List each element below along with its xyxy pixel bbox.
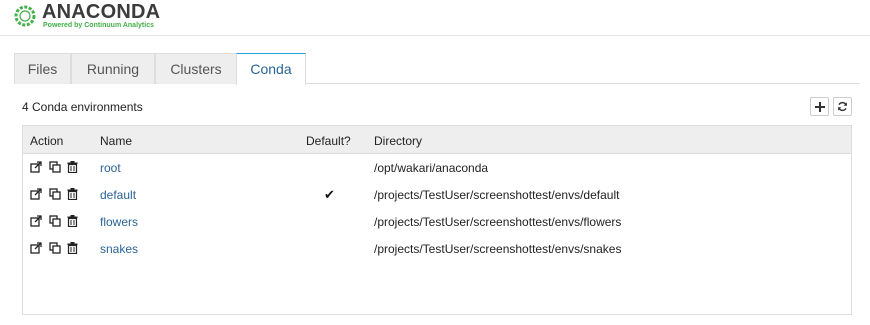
open-external-icon[interactable] xyxy=(30,188,42,200)
row-actions xyxy=(30,188,80,202)
logo-subtext: Powered by Continuum Analytics xyxy=(43,22,154,29)
refresh-button[interactable] xyxy=(833,97,852,116)
tab-running[interactable]: Running xyxy=(71,53,155,84)
logo-text: ANACONDA xyxy=(42,1,161,23)
clone-icon[interactable] xyxy=(49,242,61,254)
clone-icon[interactable] xyxy=(49,215,61,227)
environment-name-link[interactable]: root xyxy=(100,161,121,175)
environment-name-link[interactable]: flowers xyxy=(100,215,138,229)
tab-clusters[interactable]: Clusters xyxy=(155,53,237,84)
row-actions xyxy=(30,242,80,256)
column-header-name: Name xyxy=(100,134,133,148)
table-header: Action Name Default? Directory xyxy=(23,126,851,154)
trash-icon[interactable] xyxy=(67,215,78,227)
column-header-default: Default? xyxy=(306,134,351,148)
environment-name-link[interactable]: default xyxy=(100,188,136,202)
plus-icon xyxy=(814,101,825,112)
table-row: snakes /projects/TestUser/screenshottest… xyxy=(23,235,851,262)
open-external-icon[interactable] xyxy=(30,242,42,254)
row-actions xyxy=(30,161,80,175)
environment-directory: /projects/TestUser/screenshottest/envs/s… xyxy=(374,242,622,256)
tab-conda[interactable]: Conda xyxy=(236,53,306,85)
tab-bar: Files Running Clusters Conda xyxy=(14,53,860,85)
refresh-icon xyxy=(838,101,847,112)
open-external-icon[interactable] xyxy=(30,215,42,227)
tab-files[interactable]: Files xyxy=(14,53,71,84)
environment-directory: /projects/TestUser/screenshottest/envs/f… xyxy=(374,215,622,229)
open-external-icon[interactable] xyxy=(30,161,42,173)
default-check-icon: ✔ xyxy=(324,187,335,202)
row-actions xyxy=(30,215,80,229)
clone-icon[interactable] xyxy=(49,188,61,200)
app-header: ANACONDA Powered by Continuum Analytics xyxy=(0,0,870,36)
environment-directory: /opt/wakari/anaconda xyxy=(374,161,489,175)
environment-directory: /projects/TestUser/screenshottest/envs/d… xyxy=(374,188,620,202)
add-environment-button[interactable] xyxy=(810,97,829,116)
table-row: default ✔ /projects/TestUser/screenshott… xyxy=(23,181,851,208)
column-header-directory: Directory xyxy=(374,134,423,148)
trash-icon[interactable] xyxy=(67,161,78,173)
clone-icon[interactable] xyxy=(49,161,61,173)
anaconda-logo-icon xyxy=(14,5,36,27)
table-row: flowers /projects/TestUser/screenshottes… xyxy=(23,208,851,235)
trash-icon[interactable] xyxy=(67,188,78,200)
environment-name-link[interactable]: snakes xyxy=(100,242,138,256)
table-row: root /opt/wakari/anaconda xyxy=(23,154,851,181)
environments-table: Action Name Default? Directory root /opt… xyxy=(22,125,852,315)
trash-icon[interactable] xyxy=(67,242,78,254)
column-header-action: Action xyxy=(30,134,64,148)
environment-count: 4 Conda environments xyxy=(22,100,143,114)
